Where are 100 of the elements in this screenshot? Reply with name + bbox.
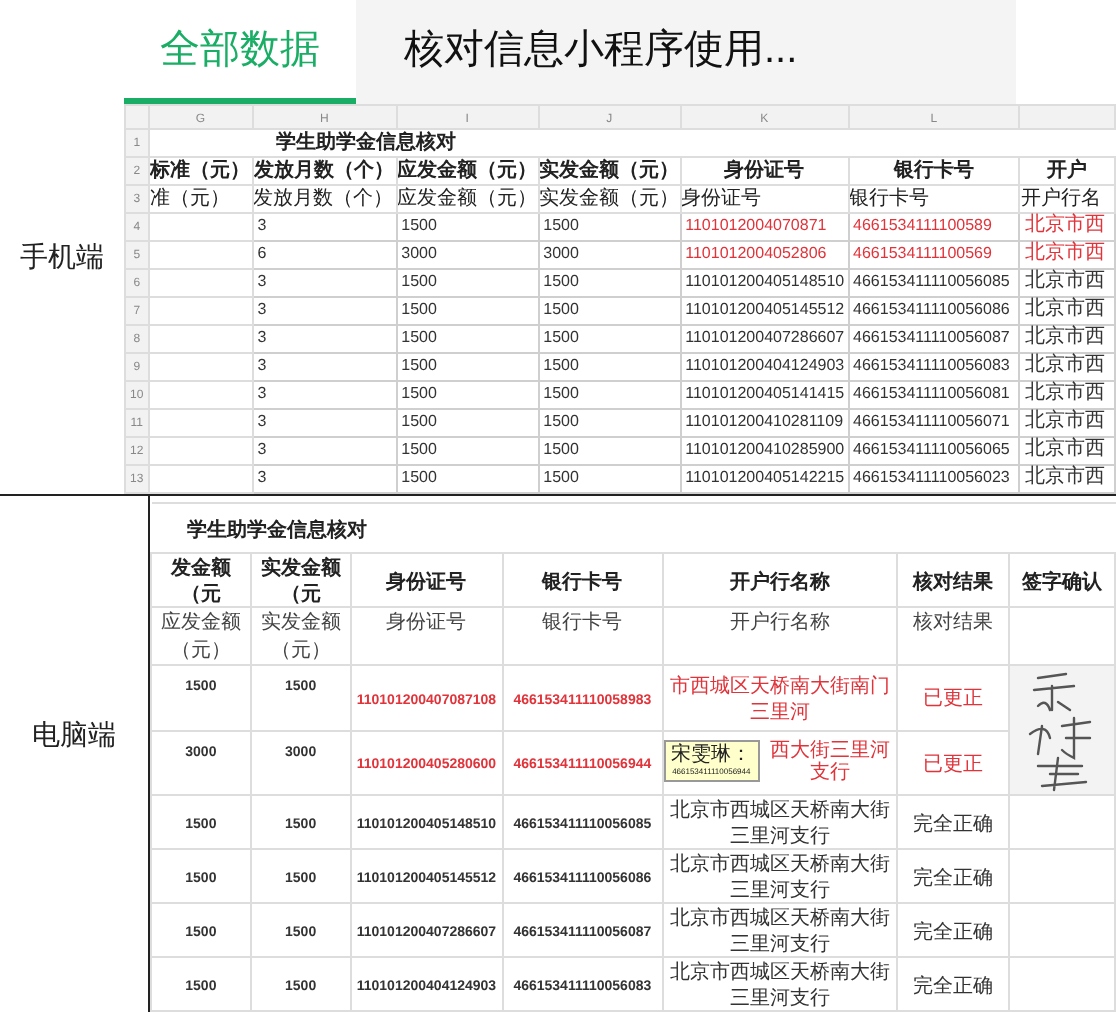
- sheet-title: 学生助学金信息核对: [187, 520, 367, 542]
- table-cell: 466153411110056023: [853, 468, 1010, 486]
- header-cell: 发金额（元: [170, 558, 231, 606]
- table-cell: 3: [257, 328, 267, 346]
- table-cell: 110101200410281109: [685, 412, 844, 430]
- table-cell: 1500: [543, 356, 579, 374]
- table-cell: 1500: [543, 300, 579, 318]
- table-cell: 1500: [543, 216, 579, 234]
- table-cell: 1500: [543, 328, 579, 346]
- header-cell: 应发金额（元）: [160, 612, 241, 662]
- header-cell: 发放月数（个）: [254, 160, 395, 182]
- table-cell: 4661534111100589: [853, 216, 992, 234]
- table-cell: 完全正确: [913, 867, 994, 889]
- table-cell: 110101200405141415: [685, 384, 845, 402]
- header-cell: 核对结果: [913, 612, 994, 634]
- header-cell: 开户: [1047, 160, 1088, 182]
- header-cell: 实发金额（元）: [540, 160, 679, 182]
- table-cell: 3000: [543, 244, 579, 262]
- table-cell-text: 西大街三里河支行: [767, 740, 892, 785]
- table-cell: 3: [257, 272, 267, 290]
- table-cell: 3: [257, 468, 267, 486]
- table-cell: 3: [257, 384, 267, 402]
- table-cell: 1101012004052806: [685, 244, 827, 262]
- table-cell: 北京市西: [1024, 410, 1105, 432]
- table-cell: 110101200410285900: [685, 440, 845, 458]
- table-cell: 1500: [401, 440, 437, 458]
- header-cell: 开户行名称: [729, 571, 830, 593]
- table-cell: 466153411110056085: [853, 272, 1010, 290]
- table-cell: 1101012004070871: [685, 216, 827, 234]
- header-cell: 身份证号: [724, 160, 805, 182]
- table-cell: 110101200404124903: [685, 356, 845, 374]
- table-cell: 北京市西: [1024, 270, 1105, 292]
- table-cell: 北京市西城区天桥南大街三里河支行: [669, 908, 890, 956]
- table-cell: 3: [257, 356, 267, 374]
- table-cell: 北京市西: [1024, 382, 1105, 404]
- header-cell: 实发金额（元）: [540, 188, 679, 210]
- header-cell: 身份证号: [682, 188, 762, 210]
- table-cell: 北京市西: [1024, 326, 1105, 348]
- table-cell: 北京市西: [1024, 298, 1105, 320]
- section-label: 电脑端: [32, 715, 116, 753]
- table-cell: 1500: [543, 272, 579, 290]
- table-cell: 3: [257, 412, 267, 430]
- table-cell: 110101200405145512: [685, 300, 845, 318]
- header-cell: 身份证号: [386, 612, 467, 634]
- header-cell: 应发金额（元）: [398, 188, 537, 210]
- table-cell: 110101200407286607: [685, 328, 845, 346]
- table-cell: 北京市西城区天桥南大街三里河支行: [669, 854, 890, 902]
- header-cell: 实发金额（元）: [260, 612, 341, 662]
- table-cell: 1500: [401, 412, 437, 430]
- table-cell: 1500: [401, 328, 437, 346]
- header-cell: 标准（元）: [150, 160, 251, 182]
- table-cell: 466153411110056065: [853, 440, 1010, 458]
- table-cell: 1500: [401, 300, 437, 318]
- table-cell: 3: [257, 216, 267, 234]
- table-cell: 已更正: [923, 753, 984, 776]
- header-cell: 银行卡号: [542, 612, 623, 634]
- table-cell: 北京市西城区天桥南大街三里河支行: [669, 800, 890, 848]
- table-cell: 1500: [401, 216, 437, 234]
- table-cell: 1500: [401, 384, 437, 402]
- table-cell: 6: [257, 244, 267, 262]
- table-cell: 110101200405148510: [685, 272, 845, 290]
- header-cell: 签字确认: [1022, 571, 1102, 593]
- table-cell: 1500: [401, 272, 437, 290]
- table-cell: 466153411110056071: [853, 412, 1010, 430]
- sheet-title: 学生助学金信息核对: [276, 132, 457, 154]
- table-cell: 北京市西: [1024, 438, 1105, 460]
- header-cell: 准（元）: [150, 188, 230, 210]
- table-cell: 北京市西: [1024, 354, 1105, 376]
- table-cell: 3: [257, 440, 267, 458]
- table-cell: 完全正确: [913, 813, 994, 835]
- header-cell: 银行卡号: [542, 571, 623, 593]
- table-cell: 1500: [543, 468, 579, 486]
- header-cell: 身份证号: [386, 571, 467, 593]
- header-cell: 银行卡号: [893, 160, 974, 182]
- table-cell: 完全正确: [913, 921, 994, 943]
- table-cell: 市西城区天桥南大街南门三里河: [669, 675, 890, 724]
- header-cell: 开户行名称: [729, 612, 830, 634]
- header-cell: 发放月数（个）: [254, 188, 394, 210]
- header-cell: 核对结果: [913, 571, 994, 593]
- table-cell: 北京市西城区天桥南大街三里河支行: [669, 962, 890, 1010]
- table-cell: 3: [257, 300, 267, 318]
- header-cell: 开户行名: [1021, 188, 1101, 210]
- table-cell: 466153411110056086: [853, 300, 1010, 318]
- table-cell: 1500: [543, 440, 579, 458]
- table-cell: 110101200405142215: [685, 468, 845, 486]
- table-cell: 1500: [543, 412, 579, 430]
- table-cell: 北京市西: [1024, 466, 1105, 488]
- table-cell: 1500: [401, 468, 437, 486]
- table-cell: 北京市西: [1024, 214, 1105, 236]
- table-cell: 466153411110056081: [853, 384, 1010, 402]
- section-label: 手机端: [20, 238, 104, 276]
- comment-author: 宋雯琳：: [669, 744, 754, 767]
- table-cell: 北京市西: [1024, 242, 1105, 264]
- table-cell: 1500: [401, 356, 437, 374]
- table-cell: 3000: [401, 244, 437, 262]
- table-cell: 已更正: [923, 688, 984, 711]
- header-cell: 实发金额（元: [260, 558, 341, 606]
- table-cell: 1500: [543, 384, 579, 402]
- table-cell: 466153411110056083: [853, 356, 1010, 374]
- table-cell: 4661534111100569: [853, 244, 992, 262]
